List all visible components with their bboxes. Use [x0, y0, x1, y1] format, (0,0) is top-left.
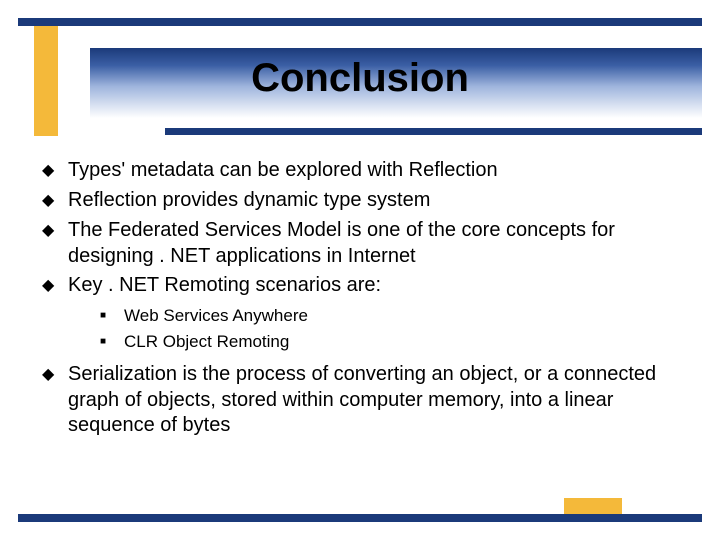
- square-bullet-icon: ■: [100, 305, 124, 327]
- sub-bullet-item: ■ CLR Object Remoting: [100, 331, 690, 354]
- bullet-text: The Federated Services Model is one of t…: [68, 218, 690, 269]
- bullet-item: ◆ Types' metadata can be explored with R…: [42, 158, 690, 184]
- bullet-text: Reflection provides dynamic type system: [68, 188, 690, 214]
- sub-bullet-item: ■ Web Services Anywhere: [100, 305, 690, 328]
- title-underline-bar: [165, 128, 702, 135]
- bullet-item: ◆ The Federated Services Model is one of…: [42, 218, 690, 269]
- bullet-text: Serialization is the process of converti…: [68, 362, 690, 439]
- bullet-item: ◆ Serialization is the process of conver…: [42, 362, 690, 439]
- sub-bullet-text: CLR Object Remoting: [124, 331, 690, 354]
- diamond-bullet-icon: ◆: [42, 362, 68, 388]
- accent-strip-bottom: [564, 498, 622, 514]
- sub-bullet-text: Web Services Anywhere: [124, 305, 690, 328]
- bullet-text: Key . NET Remoting scenarios are:: [68, 273, 690, 299]
- bullet-item: ◆ Key . NET Remoting scenarios are:: [42, 273, 690, 299]
- top-border-bar: [18, 18, 702, 26]
- diamond-bullet-icon: ◆: [42, 218, 68, 244]
- content-area: ◆ Types' metadata can be explored with R…: [42, 158, 690, 443]
- square-bullet-icon: ■: [100, 331, 124, 353]
- diamond-bullet-icon: ◆: [42, 158, 68, 184]
- bottom-border-bar: [18, 514, 702, 522]
- bullet-text: Types' metadata can be explored with Ref…: [68, 158, 690, 184]
- slide-title: Conclusion: [0, 56, 720, 101]
- sub-bullet-list: ■ Web Services Anywhere ■ CLR Object Rem…: [42, 305, 690, 354]
- slide: Conclusion ◆ Types' metadata can be expl…: [0, 0, 720, 540]
- bullet-item: ◆ Reflection provides dynamic type syste…: [42, 188, 690, 214]
- diamond-bullet-icon: ◆: [42, 273, 68, 299]
- diamond-bullet-icon: ◆: [42, 188, 68, 214]
